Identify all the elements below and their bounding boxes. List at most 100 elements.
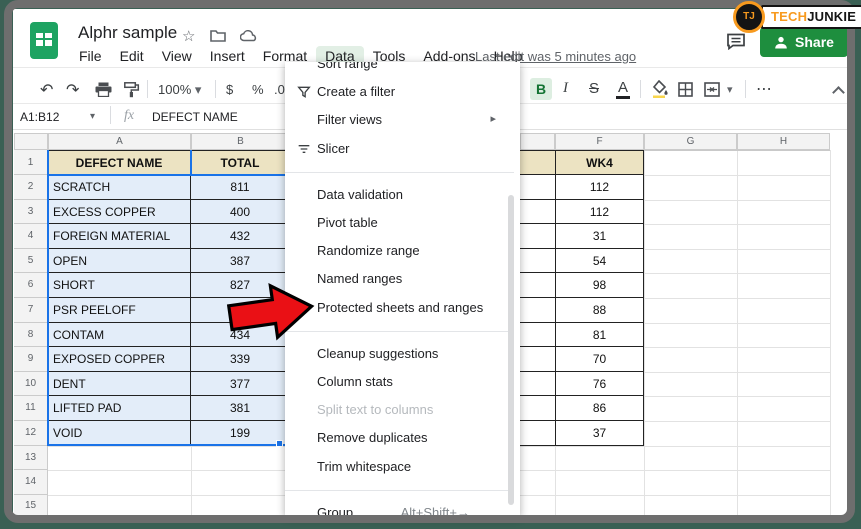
- menu-item-cleanup-suggestions[interactable]: Cleanup suggestions: [285, 340, 520, 368]
- undo-icon[interactable]: ↶: [40, 80, 53, 100]
- menu-item-slicer[interactable]: Slicer: [285, 135, 520, 163]
- cell-F11[interactable]: 86: [555, 396, 644, 421]
- italic-button[interactable]: I: [563, 80, 568, 97]
- cell-E2-partial[interactable]: [520, 175, 555, 200]
- cell-E4-partial[interactable]: [520, 224, 555, 249]
- cell-A7[interactable]: PSR PEELOFF: [48, 298, 191, 323]
- selection-fill-handle[interactable]: [276, 440, 283, 447]
- menu-item-randomize-range[interactable]: Randomize range: [285, 237, 520, 265]
- menubar-item-edit[interactable]: Edit: [111, 46, 153, 66]
- cell-B10[interactable]: 377: [191, 372, 290, 397]
- more-toolbar-button[interactable]: ⋯: [756, 79, 773, 99]
- star-icon[interactable]: ☆: [182, 27, 195, 45]
- cell-F7[interactable]: 88: [555, 298, 644, 323]
- row-header-10[interactable]: 10: [14, 372, 48, 397]
- cell-A1[interactable]: DEFECT NAME: [48, 150, 191, 175]
- move-folder-icon[interactable]: [210, 29, 226, 42]
- cell-F12[interactable]: 37: [555, 421, 644, 446]
- menu-item-column-stats[interactable]: Column stats: [285, 368, 520, 396]
- menu-item-protected-sheets-and-ranges[interactable]: Protected sheets and ranges: [285, 294, 520, 322]
- row-header-1[interactable]: 1: [14, 150, 48, 175]
- cell-E12-partial[interactable]: [520, 421, 555, 446]
- cell-B11[interactable]: 381: [191, 396, 290, 421]
- column-header-partial[interactable]: [520, 133, 555, 150]
- row-header-2[interactable]: 2: [14, 175, 48, 200]
- cell-F10[interactable]: 76: [555, 372, 644, 397]
- menubar-item-view[interactable]: View: [153, 46, 201, 66]
- menu-scrollbar[interactable]: [508, 195, 514, 505]
- corner-select-all[interactable]: [14, 133, 48, 150]
- row-header-14[interactable]: 14: [14, 470, 48, 495]
- print-icon[interactable]: [95, 82, 112, 97]
- menu-item-sort-range[interactable]: Sort range: [285, 62, 520, 78]
- cell-E8-partial[interactable]: [520, 323, 555, 348]
- cell-B1[interactable]: TOTAL: [191, 150, 290, 175]
- cell-F3[interactable]: 112: [555, 200, 644, 225]
- cell-A5[interactable]: OPEN: [48, 249, 191, 274]
- cell-E7-partial[interactable]: [520, 298, 555, 323]
- menu-item-filter-views[interactable]: Filter views▸: [285, 106, 520, 134]
- cell-B5[interactable]: 387: [191, 249, 290, 274]
- cell-A11[interactable]: LIFTED PAD: [48, 396, 191, 421]
- row-header-7[interactable]: 7: [14, 298, 48, 323]
- menu-item-remove-duplicates[interactable]: Remove duplicates: [285, 424, 520, 452]
- document-title[interactable]: Alphr sample: [78, 23, 177, 43]
- cell-E9-partial[interactable]: [520, 347, 555, 372]
- menu-item-named-ranges[interactable]: Named ranges: [285, 265, 520, 293]
- row-header-6[interactable]: 6: [14, 273, 48, 298]
- google-sheets-logo-icon[interactable]: [30, 22, 58, 59]
- text-color-button[interactable]: A: [616, 79, 630, 99]
- cell-E3-partial[interactable]: [520, 200, 555, 225]
- cell-A2[interactable]: SCRATCH: [48, 175, 191, 200]
- column-header-H[interactable]: H: [737, 133, 830, 150]
- format-percent-button[interactable]: %: [252, 82, 264, 97]
- merge-dropdown-caret-icon[interactable]: ▾: [727, 83, 733, 96]
- row-header-3[interactable]: 3: [14, 200, 48, 225]
- name-box-caret-icon[interactable]: ▾: [90, 111, 95, 122]
- bold-button[interactable]: B: [530, 78, 552, 100]
- cell-E6-partial[interactable]: [520, 273, 555, 298]
- column-header-F[interactable]: F: [555, 133, 644, 150]
- row-header-4[interactable]: 4: [14, 224, 48, 249]
- cell-A8[interactable]: CONTAM: [48, 323, 191, 348]
- row-header-11[interactable]: 11: [14, 396, 48, 421]
- paint-format-icon[interactable]: [124, 82, 140, 98]
- row-header-12[interactable]: 12: [14, 421, 48, 446]
- column-header-A[interactable]: A: [48, 133, 191, 150]
- cloud-saved-icon[interactable]: [240, 30, 258, 42]
- cell-A10[interactable]: DENT: [48, 372, 191, 397]
- row-header-15[interactable]: 15: [14, 495, 48, 516]
- menu-item-group[interactable]: GroupAlt+Shift+→: [285, 499, 520, 516]
- strikethrough-button[interactable]: S: [589, 80, 599, 97]
- merge-cells-icon[interactable]: [704, 82, 720, 97]
- cell-E1-partial[interactable]: [520, 150, 555, 175]
- cell-F8[interactable]: 81: [555, 323, 644, 348]
- column-header-G[interactable]: G: [644, 133, 737, 150]
- cell-F2[interactable]: 112: [555, 175, 644, 200]
- row-header-8[interactable]: 8: [14, 323, 48, 348]
- column-header-B[interactable]: B: [191, 133, 290, 150]
- decrease-decimal-button[interactable]: .0: [274, 82, 285, 97]
- cell-E10-partial[interactable]: [520, 372, 555, 397]
- cell-F4[interactable]: 31: [555, 224, 644, 249]
- cell-F5[interactable]: 54: [555, 249, 644, 274]
- cell-A6[interactable]: SHORT: [48, 273, 191, 298]
- cell-E11-partial[interactable]: [520, 396, 555, 421]
- cell-A9[interactable]: EXPOSED COPPER: [48, 347, 191, 372]
- cell-F1[interactable]: WK4: [555, 150, 644, 175]
- share-button[interactable]: Share: [760, 27, 848, 57]
- borders-icon[interactable]: [678, 82, 693, 97]
- cell-B2[interactable]: 811: [191, 175, 290, 200]
- row-header-13[interactable]: 13: [14, 446, 48, 471]
- menu-item-create-a-filter[interactable]: Create a filter: [285, 78, 520, 106]
- cell-B4[interactable]: 432: [191, 224, 290, 249]
- format-currency-button[interactable]: $: [226, 82, 233, 97]
- row-header-9[interactable]: 9: [14, 347, 48, 372]
- cell-A4[interactable]: FOREIGN MATERIAL: [48, 224, 191, 249]
- cell-A12[interactable]: VOID: [48, 421, 191, 446]
- menu-item-pivot-table[interactable]: Pivot table: [285, 209, 520, 237]
- cell-A3[interactable]: EXCESS COPPER: [48, 200, 191, 225]
- redo-icon[interactable]: ↷: [66, 80, 79, 100]
- menu-item-trim-whitespace[interactable]: Trim whitespace: [285, 453, 520, 481]
- cell-F9[interactable]: 70: [555, 347, 644, 372]
